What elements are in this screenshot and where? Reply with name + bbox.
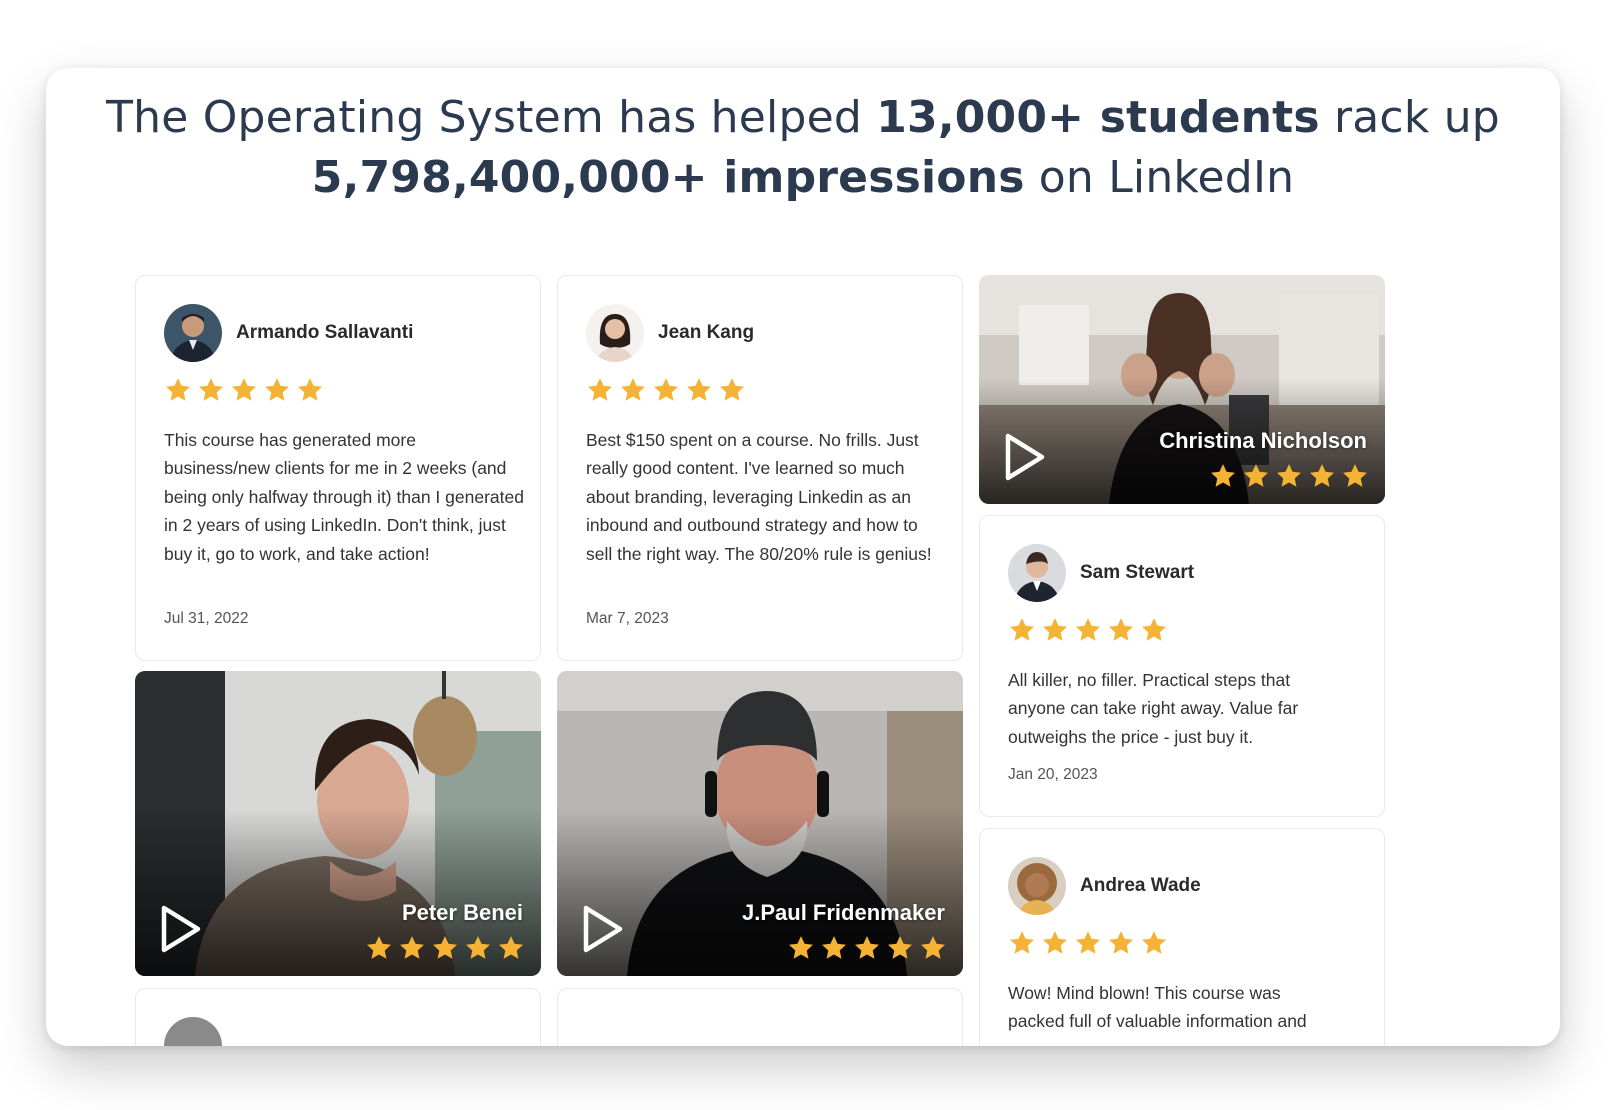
rating-stars	[1209, 462, 1369, 490]
star-icon	[296, 376, 324, 404]
video-testimonial[interactable]: Peter Benei	[135, 671, 541, 976]
review-date: Mar 7, 2023	[586, 610, 669, 627]
star-icon	[1209, 462, 1237, 490]
headline-students-count: 13,000+ students	[876, 92, 1320, 143]
headline-text: rack up	[1319, 92, 1500, 143]
star-icon	[263, 376, 291, 404]
rating-stars	[1008, 616, 1168, 644]
play-icon[interactable]	[159, 904, 203, 954]
review-card: Jean Kang Best $150 spent on a course. N…	[557, 275, 963, 661]
star-icon	[787, 934, 815, 962]
star-icon	[365, 934, 393, 962]
video-testimonial[interactable]: Christina Nicholson	[979, 275, 1385, 504]
star-icon	[652, 376, 680, 404]
review-card	[557, 988, 963, 1046]
video-person-name: Christina Nicholson	[1159, 428, 1367, 453]
star-icon	[1074, 616, 1102, 644]
star-icon	[1107, 929, 1135, 957]
review-card: Sam Stewart All killer, no filler. Pract…	[979, 515, 1385, 817]
star-icon	[1041, 616, 1069, 644]
star-icon	[1275, 462, 1303, 490]
rating-stars	[787, 934, 947, 962]
page-headline: The Operating System has helped 13,000+ …	[46, 88, 1560, 208]
star-icon	[1107, 616, 1135, 644]
reviewer-name: Jean Kang	[658, 322, 755, 343]
star-icon	[1341, 462, 1369, 490]
review-card: Armando Sallavanti This course has gener…	[135, 275, 541, 661]
reviewer-name: Sam Stewart	[1080, 562, 1195, 583]
review-card: Andrea Wade Wow! Mind blown! This course…	[979, 828, 1385, 1046]
rating-stars	[365, 934, 525, 962]
star-icon	[718, 376, 746, 404]
star-icon	[464, 934, 492, 962]
star-icon	[1140, 616, 1168, 644]
avatar	[586, 304, 644, 362]
review-text: Wow! Mind blown! This course was packed …	[1008, 983, 1307, 1032]
reviewer-name: Armando Sallavanti	[236, 322, 414, 343]
star-icon	[1008, 929, 1036, 957]
video-person-name: J.Paul Fridenmaker	[742, 900, 945, 925]
star-icon	[685, 376, 713, 404]
rating-stars	[1008, 929, 1168, 957]
reviewer-name: Andrea Wade	[1080, 875, 1201, 896]
review-date: Jan 20, 2023	[1008, 766, 1098, 783]
star-icon	[164, 376, 192, 404]
review-date: Jul 31, 2022	[164, 610, 249, 627]
star-icon	[1242, 462, 1270, 490]
avatar	[164, 304, 222, 362]
star-icon	[197, 376, 225, 404]
headline-text: The Operating System has helped	[106, 92, 877, 143]
star-icon	[497, 934, 525, 962]
rating-stars	[586, 376, 746, 404]
avatar	[164, 1017, 222, 1046]
rating-stars	[164, 376, 324, 404]
star-icon	[586, 376, 614, 404]
video-person-name: Peter Benei	[401, 900, 523, 925]
star-icon	[1140, 929, 1168, 957]
star-icon	[398, 934, 426, 962]
video-testimonial[interactable]: J.Paul Fridenmaker	[557, 671, 963, 976]
star-icon	[820, 934, 848, 962]
star-icon	[230, 376, 258, 404]
avatar	[1008, 857, 1066, 915]
play-icon[interactable]	[1003, 432, 1047, 482]
headline-text: on LinkedIn	[1024, 152, 1295, 203]
headline-impressions-count: 5,798,400,000+ impressions	[311, 152, 1025, 203]
review-text: All killer, no filler. Practical steps t…	[1008, 670, 1299, 747]
star-icon	[919, 934, 947, 962]
testimonials-window: The Operating System has helped 13,000+ …	[46, 68, 1560, 1046]
star-icon	[1074, 929, 1102, 957]
star-icon	[1008, 616, 1036, 644]
review-card	[135, 988, 541, 1046]
star-icon	[1308, 462, 1336, 490]
avatar	[1008, 544, 1066, 602]
review-text: Best $150 spent on a course. No frills. …	[586, 430, 932, 564]
play-icon[interactable]	[581, 904, 625, 954]
review-text: This course has generated more business/…	[164, 430, 524, 564]
star-icon	[431, 934, 459, 962]
star-icon	[619, 376, 647, 404]
star-icon	[1041, 929, 1069, 957]
star-icon	[853, 934, 881, 962]
star-icon	[886, 934, 914, 962]
